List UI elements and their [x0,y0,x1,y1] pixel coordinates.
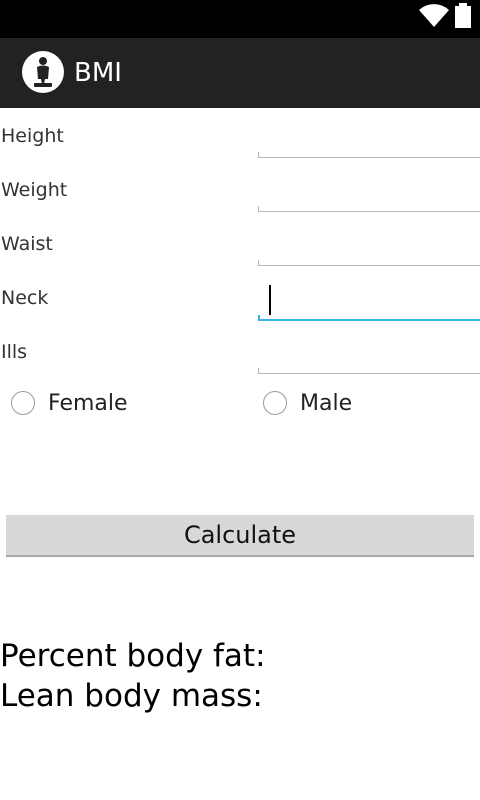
waist-input[interactable] [258,222,480,262]
waist-input-underline [258,260,480,266]
weight-row: Weight [0,164,480,218]
neck-input-underline [258,315,480,321]
radio-circle-icon [11,391,35,415]
calculate-button[interactable]: Calculate [6,515,474,557]
wifi-icon [419,4,449,27]
female-radio[interactable]: Female [11,388,128,418]
weight-input[interactable] [258,168,480,208]
person-scale-icon[interactable] [22,51,64,93]
height-row: Height [0,110,480,164]
height-input[interactable] [258,114,480,154]
weight-input-underline [258,206,480,212]
waist-label: Waist [1,233,53,255]
female-label: Female [48,390,128,416]
status-bar [0,0,480,38]
app-title: BMI [74,58,122,88]
neck-row: Neck [0,272,480,326]
text-cursor [269,285,271,315]
male-radio[interactable]: Male [263,388,352,418]
action-bar: BMI [0,38,480,108]
ills-input[interactable] [258,330,480,370]
height-label: Height [1,125,64,147]
lean-mass-result: Lean body mass: [0,678,263,714]
neck-label: Neck [1,287,49,309]
height-input-underline [258,152,480,158]
waist-row: Waist [0,218,480,272]
body-fat-result: Percent body fat: [0,638,266,674]
neck-input[interactable] [258,276,480,316]
ills-input-underline [258,368,480,374]
radio-circle-icon [263,391,287,415]
battery-icon [455,3,471,28]
ills-row: Ills [0,326,480,380]
weight-label: Weight [1,179,68,201]
male-label: Male [300,390,353,416]
ills-label: Ills [1,341,28,363]
